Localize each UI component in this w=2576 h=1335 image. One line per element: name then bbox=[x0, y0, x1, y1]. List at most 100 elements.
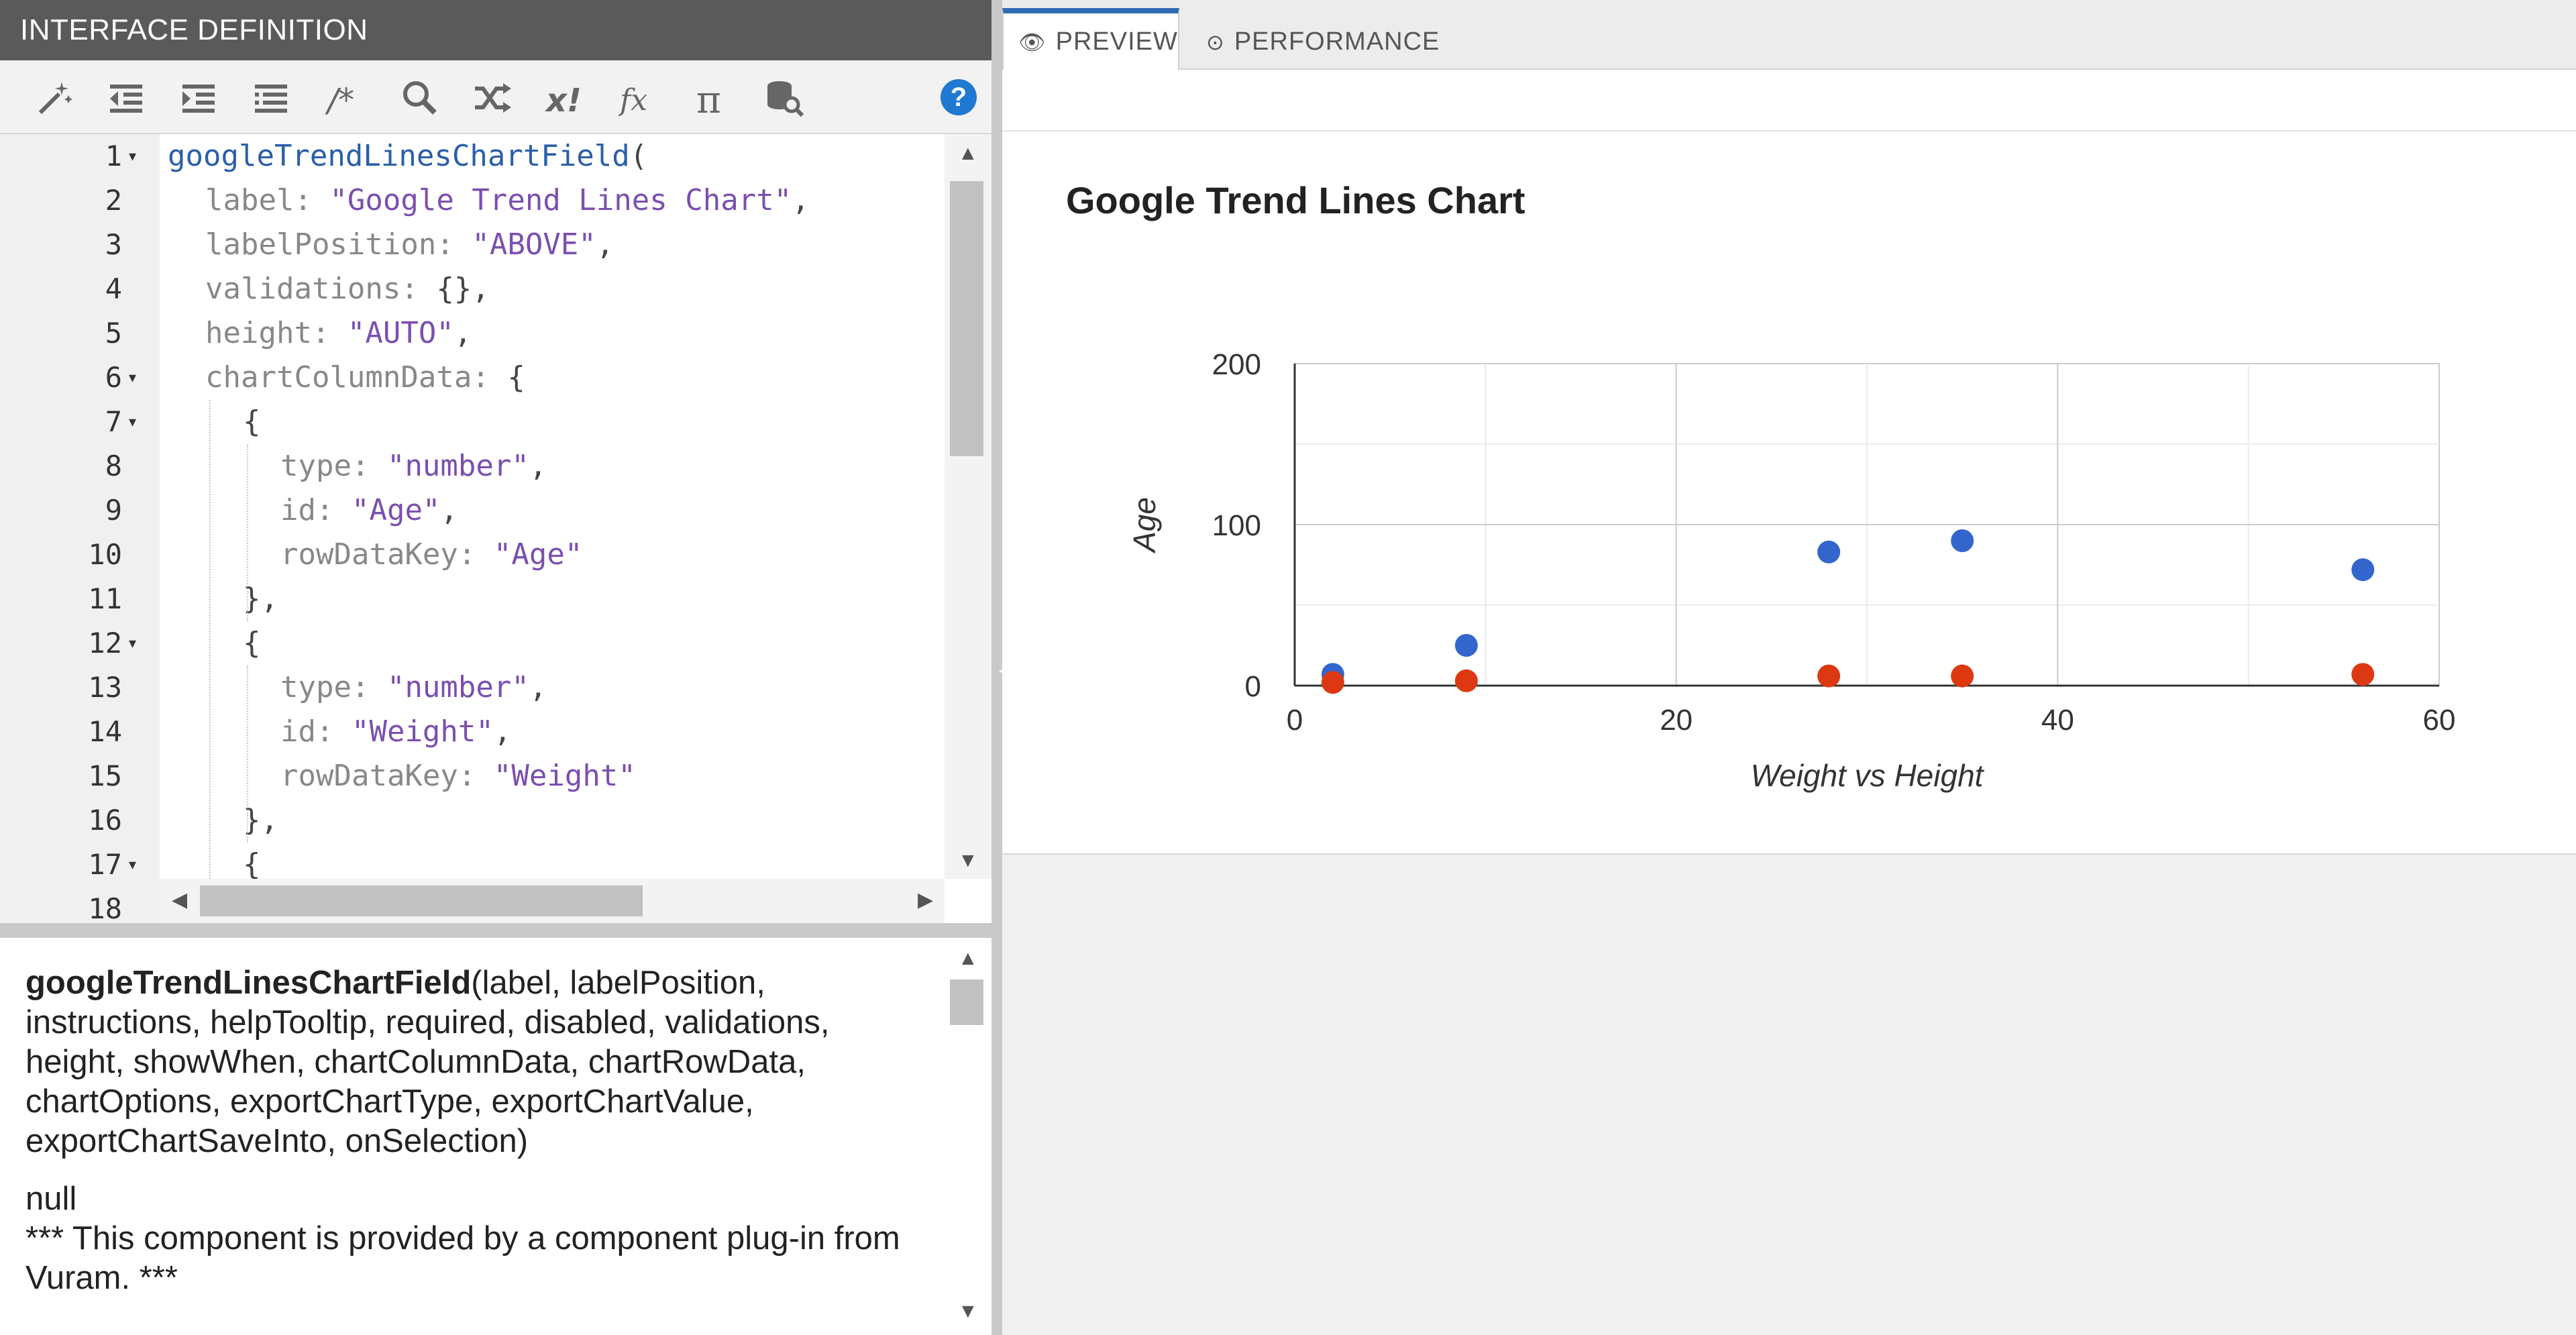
preview-panel: 👁 PREVIEW ⊙ PERFORMANCE Google Trend Lines… bbox=[1002, 0, 2576, 1335]
data-point-series-2 bbox=[1321, 671, 1344, 694]
indent-icon[interactable] bbox=[173, 72, 224, 123]
code-token: chartColumnData: bbox=[205, 360, 508, 394]
code-line[interactable]: height: "AUTO", bbox=[205, 311, 472, 356]
code-line[interactable]: label: "Google Trend Lines Chart", bbox=[205, 178, 810, 223]
scroll-thumb[interactable] bbox=[950, 181, 983, 456]
code-token: "Weight" bbox=[493, 759, 636, 793]
code-token: {}, bbox=[436, 272, 490, 306]
code-token: type: bbox=[280, 670, 387, 704]
line-number: 6 bbox=[105, 361, 122, 394]
x-tick-label: 20 bbox=[1660, 704, 1693, 737]
line-number: 16 bbox=[88, 804, 122, 837]
code-line[interactable]: type: "number", bbox=[280, 444, 547, 488]
list-icon[interactable] bbox=[246, 72, 297, 123]
scroll-right-arrow-icon[interactable]: ▶ bbox=[918, 888, 933, 912]
doc-function-name: googleTrendLinesChartField bbox=[25, 965, 472, 1001]
svg-text:π: π bbox=[696, 78, 721, 119]
x-tick-label: 40 bbox=[2041, 704, 2074, 737]
function-documentation: googleTrendLinesChartField(label, labelP… bbox=[0, 938, 991, 1335]
outdent-icon[interactable] bbox=[101, 72, 152, 123]
code-line[interactable]: id: "Age", bbox=[280, 488, 458, 533]
code-line[interactable]: { bbox=[243, 621, 261, 665]
code-token: rowDataKey: bbox=[280, 537, 494, 572]
help-icon[interactable]: ? bbox=[941, 79, 977, 115]
chart-card: Google Trend Lines Chart 0 20 40 60 0 100 200 W… bbox=[1002, 130, 2576, 855]
line-number: 12 bbox=[88, 627, 122, 659]
scroll-down-arrow-icon[interactable]: ▼ bbox=[958, 1300, 978, 1323]
code-token: , bbox=[596, 227, 614, 262]
line-number: 10 bbox=[88, 538, 122, 571]
fold-toggle-icon[interactable]: ▾ bbox=[129, 134, 145, 178]
y-tick-label: 200 bbox=[1212, 348, 1261, 381]
preview-spacer bbox=[1002, 70, 2576, 130]
scroll-thumb[interactable] bbox=[200, 886, 643, 916]
data-point-series-1 bbox=[1454, 634, 1478, 657]
line-number: 1 bbox=[105, 140, 122, 172]
code-token: id: bbox=[280, 493, 352, 527]
tab-preview[interactable]: 👁 PREVIEW bbox=[1002, 8, 1179, 70]
svg-text:x!: x! bbox=[545, 82, 582, 119]
scroll-up-arrow-icon[interactable]: ▲ bbox=[958, 142, 978, 165]
scroll-left-arrow-icon[interactable]: ◀ bbox=[172, 888, 187, 912]
scroll-down-arrow-icon[interactable]: ▼ bbox=[958, 849, 978, 872]
indent-guide bbox=[209, 400, 211, 887]
code-token: , bbox=[529, 449, 547, 483]
code-line[interactable]: chartColumnData: { bbox=[205, 356, 525, 400]
line-number: 18 bbox=[88, 892, 122, 923]
code-line[interactable]: rowDataKey: "Weight" bbox=[280, 754, 636, 798]
fold-toggle-icon[interactable]: ▾ bbox=[129, 356, 145, 400]
code-line[interactable]: googleTrendLinesChartField( bbox=[168, 134, 647, 178]
data-search-icon[interactable] bbox=[759, 72, 810, 123]
fold-toggle-icon[interactable]: ▾ bbox=[129, 843, 145, 887]
code-token: "number" bbox=[386, 449, 529, 483]
code-token: googleTrendLinesChartField bbox=[168, 139, 630, 173]
clock-icon: ⊙ bbox=[1206, 30, 1225, 54]
line-number: 3 bbox=[105, 228, 122, 261]
code-token: , bbox=[440, 493, 458, 527]
trend-lines-chart: 0 20 40 60 0 100 200 Weight vs Height Age bbox=[1127, 348, 2455, 793]
scroll-up-arrow-icon[interactable]: ▲ bbox=[958, 947, 978, 970]
code-line[interactable]: validations: {}, bbox=[205, 267, 490, 311]
line-number: 5 bbox=[105, 317, 122, 350]
code-token: { bbox=[243, 847, 261, 882]
code-line[interactable]: id: "Weight", bbox=[280, 710, 511, 754]
code-area[interactable]: googleTrendLinesChartField(label: "Googl… bbox=[168, 134, 939, 923]
function-icon[interactable]: fx bbox=[614, 72, 665, 123]
code-editor[interactable]: 1 ▾ 2 3 4 5 6 ▾ 7 ▾ 8 9 10 11 12 ▾ 13 14 15 16 17 ▾ 18 googleT… bbox=[0, 134, 991, 923]
x-tick-label: 0 bbox=[1287, 704, 1303, 737]
code-line[interactable]: { bbox=[243, 400, 261, 444]
doc-plugin-note: *** This component is provided by a comp… bbox=[25, 1220, 900, 1296]
code-token: "Age" bbox=[493, 537, 583, 572]
tab-performance[interactable]: ⊙ PERFORMANCE bbox=[1206, 8, 1440, 70]
svg-text:fx: fx bbox=[619, 83, 647, 117]
data-point-series-2 bbox=[1454, 669, 1478, 692]
code-token: "Google Trend Lines Chart" bbox=[329, 183, 792, 217]
magic-wand-icon[interactable] bbox=[28, 72, 79, 123]
fold-toggle-icon[interactable]: ▾ bbox=[129, 621, 145, 665]
doc-vertical-scrollbar[interactable]: ▲ ▼ bbox=[945, 938, 991, 1335]
code-token: labelPosition: bbox=[205, 227, 472, 262]
expression-icon[interactable]: x! bbox=[541, 72, 592, 123]
code-line[interactable]: labelPosition: "ABOVE", bbox=[205, 223, 614, 267]
data-point-series-1 bbox=[1817, 540, 1841, 564]
code-line[interactable]: rowDataKey: "Age" bbox=[280, 533, 582, 577]
editor-horizontal-scrollbar[interactable]: ◀ ▶ bbox=[160, 879, 945, 923]
doc-return-value: null bbox=[25, 1181, 77, 1217]
fold-toggle-icon[interactable]: ▾ bbox=[129, 400, 145, 444]
scroll-thumb[interactable] bbox=[950, 979, 983, 1025]
shuffle-icon[interactable] bbox=[467, 72, 518, 123]
code-token: "Weight" bbox=[351, 714, 494, 749]
code-token: , bbox=[529, 670, 547, 704]
editor-vertical-scrollbar[interactable]: ▲ ▼ bbox=[945, 134, 991, 879]
pane-divider[interactable] bbox=[0, 923, 991, 938]
code-token: id: bbox=[280, 714, 352, 749]
code-token: "number" bbox=[386, 670, 529, 704]
data-point-series-2 bbox=[1817, 664, 1841, 688]
code-line[interactable]: type: "number", bbox=[280, 665, 547, 710]
pi-icon[interactable]: π bbox=[687, 72, 738, 123]
code-token: , bbox=[493, 714, 512, 749]
code-token: , bbox=[792, 183, 810, 217]
comment-icon[interactable]: /* bbox=[321, 72, 372, 123]
search-icon[interactable] bbox=[394, 72, 445, 123]
data-point-series-2 bbox=[1951, 664, 1974, 688]
